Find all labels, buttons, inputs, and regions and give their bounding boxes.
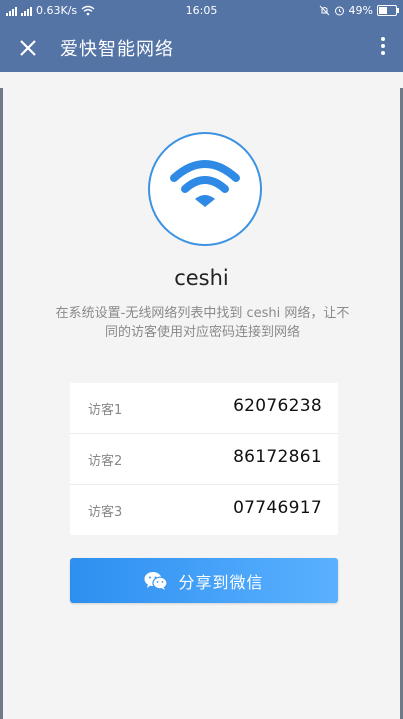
more-options-icon[interactable]: [375, 34, 391, 62]
alarm-icon: [334, 6, 344, 16]
wifi-icon: [170, 160, 240, 207]
guest-list: 访客1 62076238 访客2 86172861 访客3 07746917: [70, 383, 338, 535]
guest-password: 62076238: [233, 396, 322, 416]
battery-icon: [377, 5, 399, 16]
guest-password: 07746917: [233, 498, 322, 518]
guest-row: 访客3 07746917: [70, 485, 338, 535]
guest-password: 86172861: [233, 447, 322, 467]
share-to-wechat-button[interactable]: 分享到微信: [70, 558, 338, 603]
battery-percent: 49%: [348, 4, 373, 17]
network-description: 在系统设置-无线网络列表中找到 ceshi 网络，让不同的访客使用对应密码连接到…: [55, 306, 350, 340]
screen: 0.63K/s 16:05 49% 爱快智能网络 ceshi 在系统设置-无线网…: [0, 0, 403, 719]
network-ssid: ceshi: [174, 266, 229, 290]
guest-row: 访客2 86172861: [70, 434, 338, 485]
left-edge: [0, 88, 3, 719]
share-button-label: 分享到微信: [178, 572, 264, 592]
guest-label: 访客2: [88, 454, 123, 469]
status-bar: 0.63K/s 16:05 49%: [0, 0, 403, 22]
page-title: 爱快智能网络: [60, 39, 174, 60]
guest-label: 访客3: [88, 505, 123, 520]
status-right: 49%: [319, 4, 399, 17]
app-bar: 爱快智能网络: [0, 22, 403, 72]
guest-row: 访客1 62076238: [70, 383, 338, 434]
close-icon[interactable]: [14, 34, 42, 62]
mute-icon: [319, 5, 329, 16]
guest-label: 访客1: [88, 403, 123, 418]
wifi-badge: [148, 132, 262, 246]
wechat-icon: [144, 571, 169, 590]
